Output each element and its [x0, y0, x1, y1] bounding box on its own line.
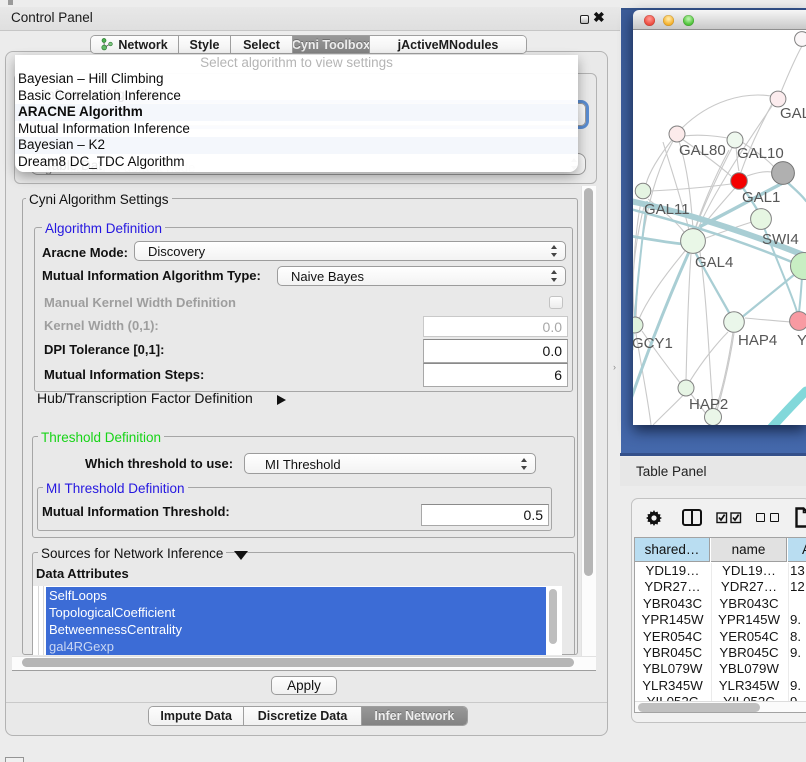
svg-text:GAL1: GAL1: [742, 189, 780, 206]
svg-text:HAP4: HAP4: [738, 332, 777, 349]
svg-text:GAL4: GAL4: [695, 254, 733, 271]
svg-text:GAL11: GAL11: [644, 201, 690, 218]
svg-text:SWI4: SWI4: [762, 231, 799, 248]
svg-text:GAL7: GAL7: [780, 105, 806, 122]
svg-text:GAL10: GAL10: [737, 145, 784, 162]
svg-text:HAP2: HAP2: [689, 396, 728, 413]
svg-text:GCY1: GCY1: [633, 335, 673, 352]
svg-text:YM: YM: [797, 332, 806, 349]
svg-text:GAL80: GAL80: [679, 142, 726, 159]
